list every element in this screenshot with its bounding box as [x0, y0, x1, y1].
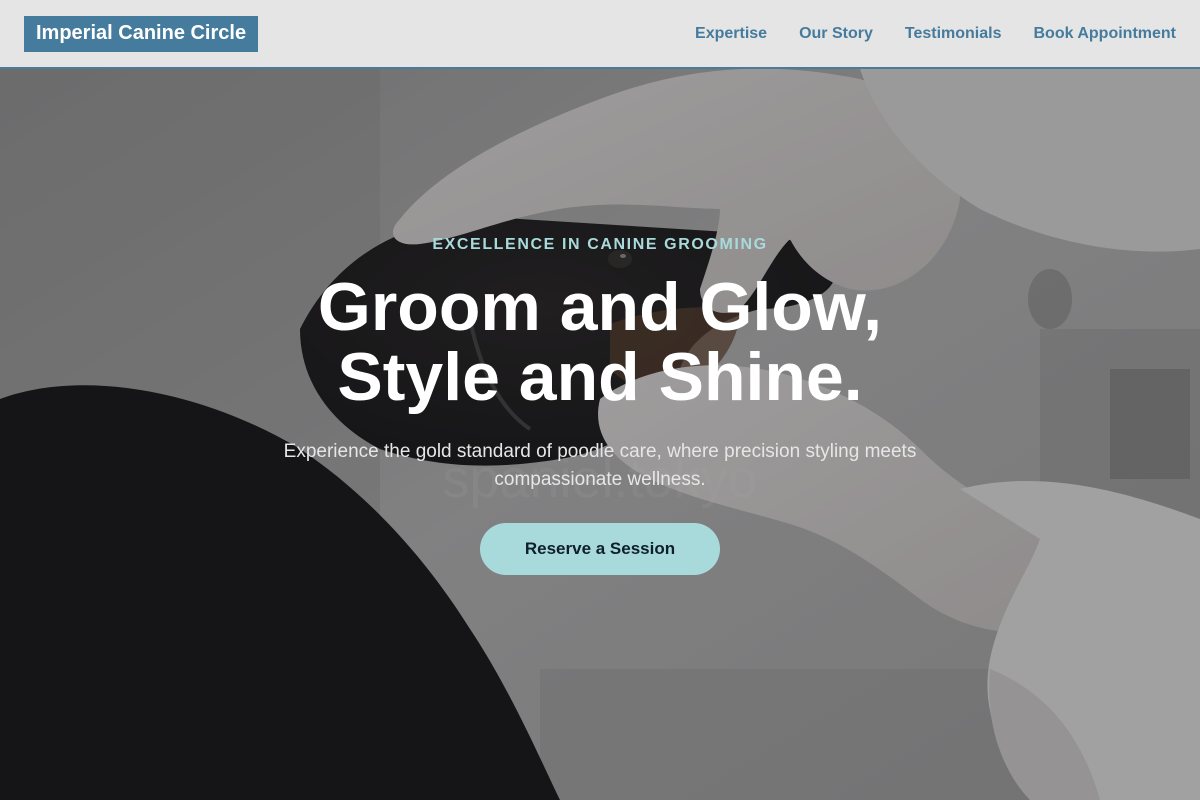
hero-content: EXCELLENCE IN CANINE GROOMING Groom and …	[0, 69, 1200, 800]
hero-headline-line-2: Style and Shine.	[337, 339, 863, 415]
reserve-session-button[interactable]: Reserve a Session	[480, 523, 720, 575]
hero-headline: Groom and Glow, Style and Shine.	[220, 272, 980, 412]
site-logo[interactable]: Imperial Canine Circle	[24, 15, 259, 52]
hero-headline-line-1: Groom and Glow,	[317, 269, 883, 345]
hero-subtext: Experience the gold standard of poodle c…	[283, 441, 917, 490]
nav-link-expertise[interactable]: Expertise	[695, 25, 767, 43]
hero-eyebrow: EXCELLENCE IN CANINE GROOMING	[432, 236, 768, 253]
site-header: Imperial Canine Circle Expertise Our Sto…	[0, 0, 1200, 69]
nav-link-book-appointment[interactable]: Book Appointment	[1034, 25, 1177, 43]
nav-link-our-story[interactable]: Our Story	[799, 25, 873, 43]
hero-section: spaniel.tokyo EXCELLENCE IN CANINE GROOM…	[0, 69, 1200, 800]
main-nav: Expertise Our Story Testimonials Book Ap…	[695, 25, 1176, 43]
nav-link-testimonials[interactable]: Testimonials	[905, 25, 1002, 43]
